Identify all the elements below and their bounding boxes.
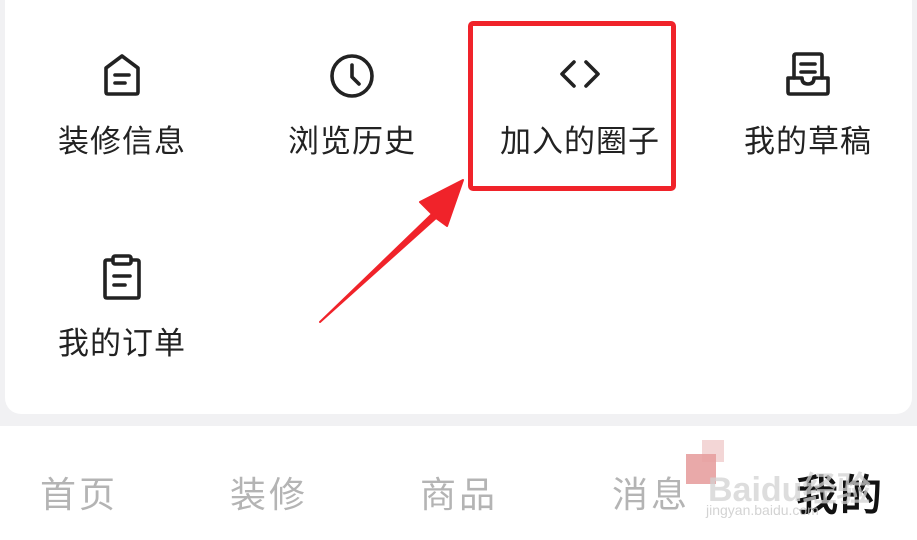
menu-item-label: 我的订单 — [58, 326, 186, 362]
menu-item-decoration-info[interactable]: 装修信息 — [7, 46, 237, 161]
clipboard-icon — [94, 248, 150, 304]
bottom-tab-bar: 首页 装修 商品 消息 我的 — [0, 426, 917, 540]
document-icon — [94, 46, 150, 102]
screen: 装修信息 浏览历史 加入的圈子 我的草稿 我的订单 首页 装修 商品 消息 我的… — [0, 0, 917, 540]
menu-item-my-drafts[interactable]: 我的草稿 — [693, 46, 917, 161]
tab-goods[interactable]: 商品 — [420, 466, 498, 518]
clock-icon — [324, 46, 380, 102]
menu-item-browse-history[interactable]: 浏览历史 — [237, 46, 467, 161]
tab-mine[interactable]: 我的 — [796, 462, 884, 523]
menu-item-my-orders[interactable]: 我的订单 — [7, 248, 237, 363]
tab-decoration[interactable]: 装修 — [230, 466, 308, 518]
tab-home[interactable]: 首页 — [40, 466, 118, 518]
tab-messages[interactable]: 消息 — [612, 466, 690, 518]
inbox-icon — [780, 46, 836, 102]
highlight-box — [468, 21, 676, 191]
menu-card: 装修信息 浏览历史 加入的圈子 我的草稿 我的订单 — [5, 0, 912, 414]
menu-item-label: 我的草稿 — [744, 124, 872, 160]
menu-item-label: 浏览历史 — [288, 124, 416, 160]
menu-item-label: 装修信息 — [58, 124, 186, 160]
